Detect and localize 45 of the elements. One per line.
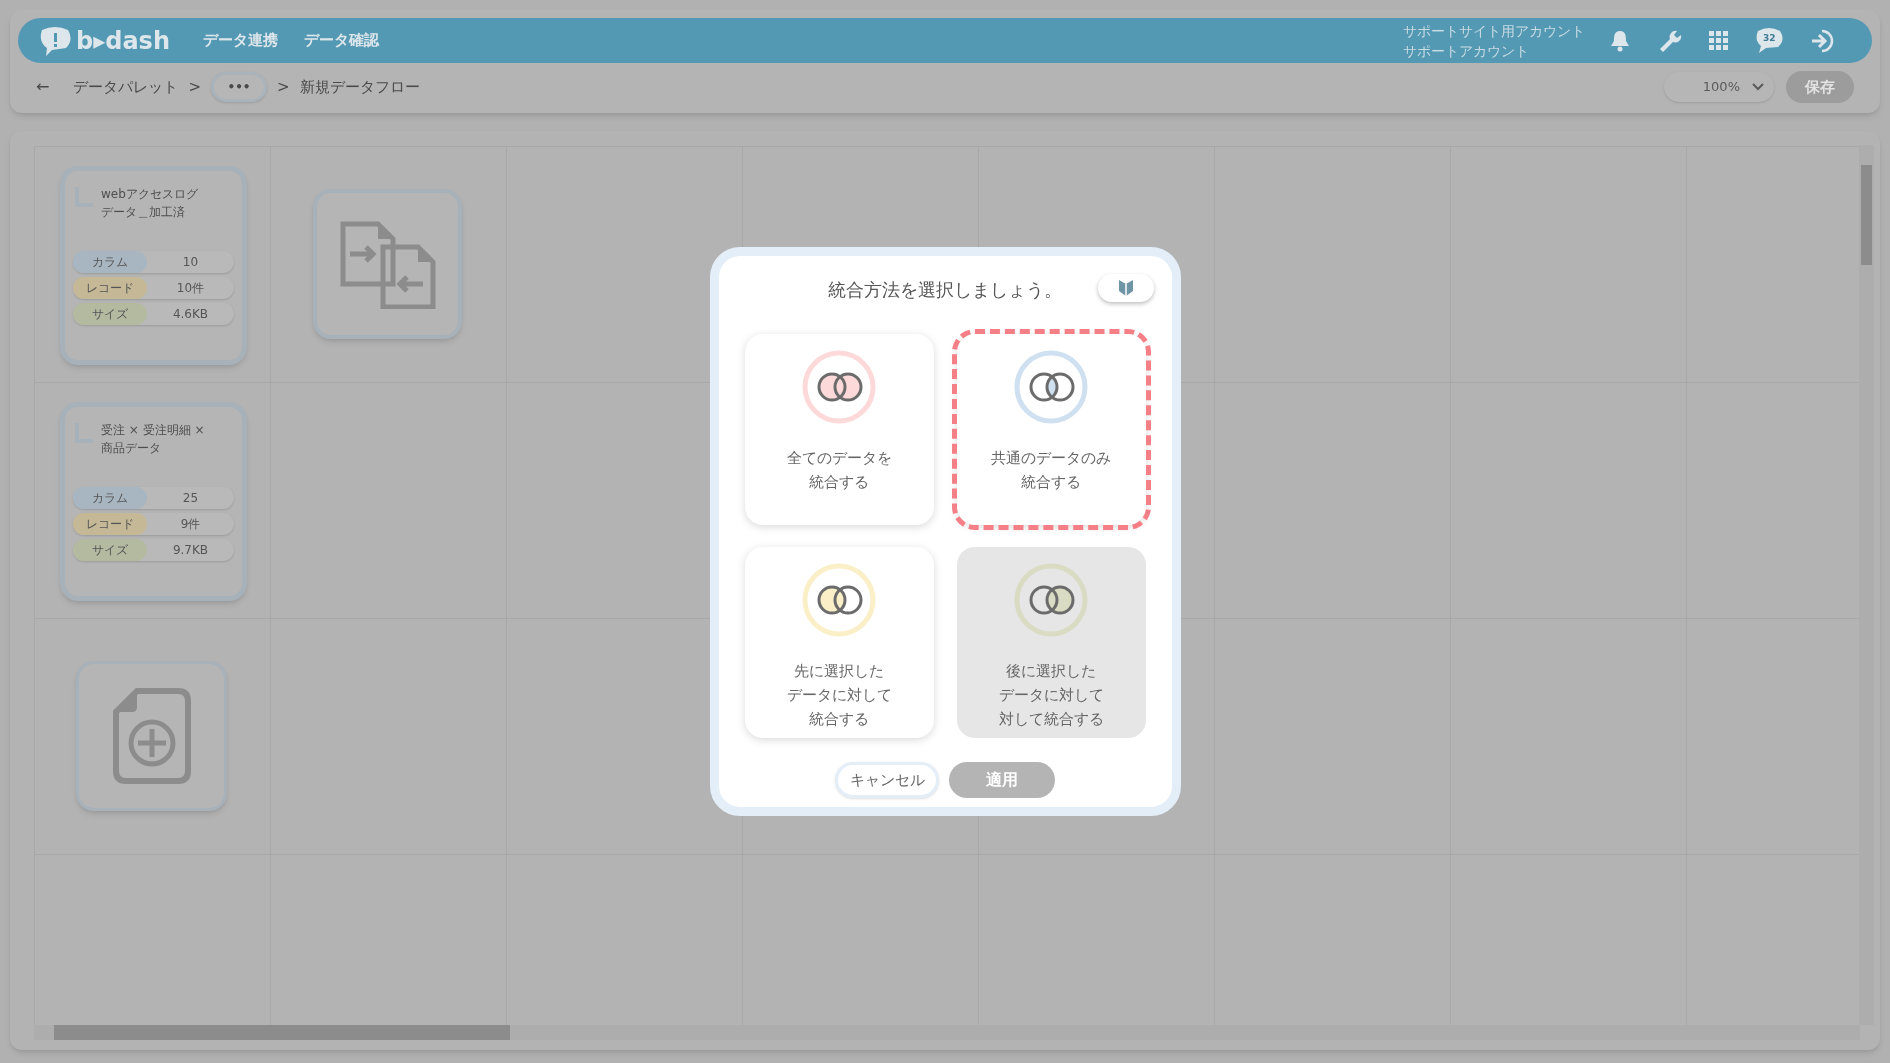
stat-value: 10 — [181, 254, 200, 271]
card-title: 受注 × 受注明細 × 商品データ — [101, 422, 205, 457]
data-card[interactable]: webアクセスログ データ＿加工済 カラム 10 レコード 10件 サイズ 4.6KB — [60, 166, 247, 365]
notification-icon[interactable] — [1609, 29, 1631, 52]
logo-text: b▸dash — [76, 25, 170, 57]
account-name: サポートサイト用アカウント — [1403, 21, 1585, 41]
horizontal-scrollbar[interactable] — [34, 1025, 1860, 1040]
merge-node[interactable] — [313, 189, 462, 339]
stat-label: カラム — [73, 487, 147, 509]
add-file-icon — [111, 687, 192, 785]
breadcrumb-link[interactable]: データパレット — [73, 75, 179, 99]
stat-label: レコード — [73, 277, 147, 299]
stat-label: レコード — [73, 513, 147, 535]
back-button[interactable]: ← — [36, 75, 50, 99]
card-title: webアクセスログ データ＿加工済 — [101, 186, 198, 221]
stat-value: 4.6KB — [171, 306, 210, 323]
dialog-title: 統合方法を選択しましょう。 — [828, 277, 1062, 302]
stat-label: サイズ — [73, 539, 147, 561]
cancel-button[interactable]: キャンセル — [835, 762, 939, 798]
add-data-button[interactable] — [76, 661, 227, 811]
nav-link[interactable]: データ確認 — [304, 29, 379, 52]
more-button[interactable]: ••• — [211, 72, 267, 102]
nav-link[interactable]: データ連携 — [203, 29, 278, 52]
notification-count: 32 — [1763, 32, 1776, 45]
chat-icon[interactable]: 32 — [1754, 27, 1784, 54]
stat-value: 9.7KB — [171, 542, 210, 559]
breadcrumb-current: 新規データフロー — [299, 76, 420, 98]
logo-icon — [38, 25, 72, 56]
account-name: サポートアカウント — [1403, 41, 1530, 61]
logout-icon[interactable] — [1810, 27, 1836, 54]
data-card[interactable]: 受注 × 受注明細 × 商品データ カラム 25 レコード 9件 サイズ 9.7KB — [60, 402, 247, 601]
breadcrumb-separator: > — [277, 76, 290, 98]
stat-value: 25 — [181, 490, 200, 507]
breadcrumb-separator: > — [188, 76, 201, 98]
zoom-select[interactable]: 100% — [1664, 72, 1774, 102]
merge-option[interactable]: 先に選択した データに対して 統合する — [744, 547, 934, 738]
stat-label: カラム — [73, 251, 147, 273]
stat-value: 10件 — [175, 280, 206, 297]
merge-option[interactable]: 全てのデータを 統合する — [744, 334, 934, 525]
stat-label: サイズ — [73, 303, 147, 325]
stat-value: 9件 — [179, 516, 202, 533]
apps-grid-icon[interactable] — [1709, 31, 1728, 50]
help-button[interactable] — [1097, 274, 1154, 302]
caret-icon — [1752, 83, 1764, 91]
vertical-scrollbar[interactable] — [1859, 145, 1874, 1025]
